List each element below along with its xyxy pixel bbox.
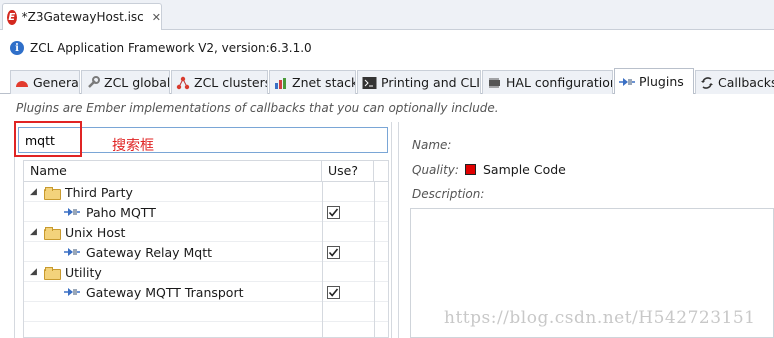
tab-label: Znet stack	[292, 75, 356, 90]
plugins-tree: Name Use? ◢ Third Party Paho MQTT ◢ Unix…	[23, 160, 389, 338]
tree-row-empty	[24, 302, 388, 322]
tree-row-plugin[interactable]: Gateway MQTT Transport	[24, 282, 388, 302]
framework-version-text: ZCL Application Framework V2, version:6.…	[30, 41, 312, 55]
cluster-icon	[176, 75, 190, 91]
config-tabs: General ZCL global ZCL clusters Znet sta…	[0, 68, 774, 94]
stack-icon	[274, 75, 288, 91]
plugin-icon	[64, 286, 80, 298]
folder-open-icon	[44, 226, 61, 240]
group-label: Utility	[65, 264, 102, 280]
tree-row-plugin[interactable]: Paho MQTT	[24, 202, 388, 222]
tree-row-plugin[interactable]: Gateway Relay Mqtt	[24, 242, 388, 262]
description-label: Description:	[412, 187, 485, 201]
plugin-icon	[619, 74, 635, 90]
editor-tab-label: *Z3GatewayHost.isc	[21, 10, 144, 24]
plugin-label: Gateway Relay Mqtt	[86, 244, 213, 260]
plugin-icon	[64, 246, 80, 258]
tab-zcl-global[interactable]: ZCL global	[81, 70, 170, 94]
close-icon[interactable]: ✕	[152, 11, 161, 24]
tab-callbacks[interactable]: Callbacks	[695, 70, 774, 94]
tab-label: ZCL global	[104, 75, 170, 90]
plugin-label: Paho MQTT	[86, 204, 156, 220]
column-divider	[374, 182, 375, 338]
ember-file-icon: E	[7, 9, 17, 25]
expand-arrow-icon[interactable]: ◢	[30, 227, 40, 237]
tree-row-group[interactable]: ◢ Utility	[24, 262, 388, 282]
wrench-icon	[86, 75, 100, 91]
general-icon	[15, 75, 29, 91]
watermark: https://blog.csdn.net/H542723151	[444, 308, 756, 328]
group-label: Unix Host	[65, 224, 126, 240]
folder-open-icon	[44, 266, 61, 280]
tab-znet-stack[interactable]: Znet stack	[269, 70, 356, 94]
plugin-search-input[interactable]	[18, 127, 388, 153]
tab-label: Plugins	[639, 74, 684, 89]
tab-label: Printing and CLI	[381, 75, 480, 90]
plugin-label: Gateway MQTT Transport	[86, 284, 244, 300]
tab-label: HAL configuration	[506, 75, 613, 90]
group-label: Third Party	[65, 184, 133, 200]
tree-header: Name Use?	[24, 161, 388, 182]
chip-icon	[487, 75, 502, 91]
expand-arrow-icon[interactable]: ◢	[30, 267, 40, 277]
tab-plugins[interactable]: Plugins	[614, 68, 694, 94]
terminal-icon	[362, 75, 377, 91]
callbacks-icon	[700, 75, 714, 91]
column-divider	[322, 182, 323, 338]
use-checkbox[interactable]	[327, 285, 340, 299]
use-checkbox[interactable]	[327, 245, 340, 259]
tree-row-group[interactable]: ◢ Unix Host	[24, 222, 388, 242]
quality-value: Sample Code	[483, 162, 566, 177]
checkmark-icon	[328, 247, 339, 257]
search-annotation: 搜索框	[112, 138, 154, 154]
tab-label: Callbacks	[718, 75, 774, 90]
column-use-header[interactable]: Use?	[322, 161, 374, 182]
editor-tab-strip: E *Z3GatewayHost.isc ✕	[0, 0, 774, 30]
use-checkbox[interactable]	[327, 205, 340, 219]
tab-zcl-clusters[interactable]: ZCL clusters	[171, 70, 268, 94]
name-label: Name:	[412, 138, 452, 152]
info-icon: i	[10, 41, 24, 55]
expand-arrow-icon[interactable]: ◢	[30, 187, 40, 197]
tab-general[interactable]: General	[10, 70, 80, 94]
tab-hal-configuration[interactable]: HAL configuration	[482, 70, 613, 94]
quality-label: Quality:	[412, 163, 459, 177]
tab-printing-and-cli[interactable]: Printing and CLI	[357, 70, 481, 94]
tab-label: General	[33, 75, 80, 90]
tab-label: ZCL clusters	[194, 75, 268, 90]
column-name-header[interactable]: Name	[24, 161, 322, 182]
plugin-icon	[64, 206, 80, 218]
plugins-description: Plugins are Ember implementations of cal…	[16, 101, 499, 115]
editor-tab-z3gatewayhost[interactable]: E *Z3GatewayHost.isc ✕	[2, 3, 162, 30]
folder-open-icon	[44, 186, 61, 200]
framework-info: i ZCL Application Framework V2, version:…	[0, 32, 774, 64]
checkmark-icon	[328, 287, 339, 297]
checkmark-icon	[328, 207, 339, 217]
tree-row-group[interactable]: ◢ Third Party	[24, 182, 388, 202]
quality-color-swatch	[465, 164, 476, 175]
